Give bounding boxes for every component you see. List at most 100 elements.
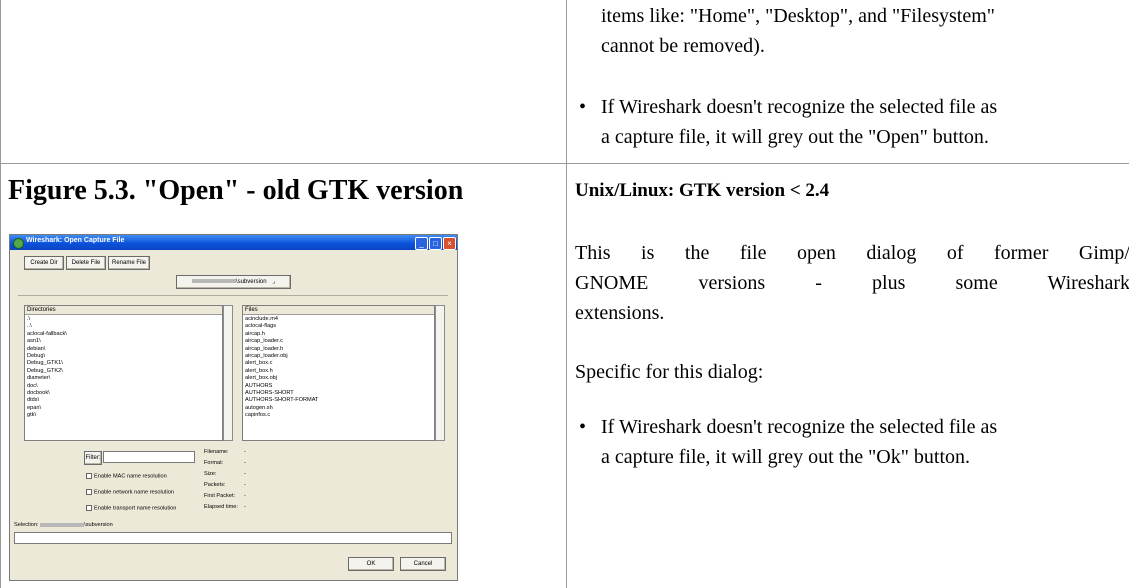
open-note-line-1: If Wireshark doesn't recognize the selec… <box>601 96 998 118</box>
files-rows[interactable]: acinclude.m4 aclocal-flags aircap.h aircap_… <box>245 316 318 420</box>
file-item[interactable]: aircap_loader.c <box>245 338 318 345</box>
directory-item[interactable]: .\ <box>27 316 67 323</box>
wireshark-icon <box>13 238 24 249</box>
directory-item[interactable]: Debug\ <box>27 353 67 360</box>
redacted-selection <box>40 522 85 527</box>
ok-note-line-2: a capture file, it will grey out the "Ok… <box>601 446 971 468</box>
rename-file-button[interactable]: Rename File <box>108 256 150 270</box>
description-line-1: This is the file open dialog of former G… <box>575 242 1129 264</box>
selection-input[interactable] <box>14 532 452 544</box>
file-info-row: Filename: - <box>204 447 246 458</box>
continuation-line-1: items like: "Home", "Desktop", and "File… <box>601 5 995 27</box>
file-info-row: Elapsed time: - <box>204 502 246 513</box>
directory-item[interactable]: gtk\ <box>27 412 67 419</box>
file-item[interactable]: aircap_loader.obj <box>245 353 318 360</box>
table-row-divider <box>0 163 1129 164</box>
file-info-label: Elapsed time: <box>204 504 238 510</box>
redacted-path <box>191 279 236 284</box>
file-info-row: Packets: - <box>204 480 246 491</box>
network-resolution-checkbox[interactable]: Enable network name resolution <box>86 489 174 495</box>
directories-header[interactable]: Directories <box>25 306 222 315</box>
file-item[interactable]: aclocal-flags <box>245 323 318 330</box>
file-info-block: Filename: - Format: - Size: - Packets: - First P… <box>204 447 246 513</box>
create-dir-button[interactable]: Create Dir <box>24 256 64 270</box>
path-suffix: \subversion <box>235 279 267 285</box>
file-info-label: First Packet: <box>204 493 236 499</box>
file-info-value: - <box>244 471 246 477</box>
minimize-icon[interactable]: _ <box>415 237 428 250</box>
network-resolution-label: Enable network name resolution <box>94 489 174 496</box>
file-item[interactable]: autogen.sh <box>245 405 318 412</box>
file-info-value: - <box>244 449 246 455</box>
description-line-3: extensions. <box>575 302 665 324</box>
transport-resolution-checkbox[interactable]: Enable transport name resolution <box>86 505 176 511</box>
file-item[interactable]: aircap_loader.h <box>245 346 318 353</box>
selection-label-text: Selection: <box>14 522 39 528</box>
dialog-titlebar: Wireshark: Open Capture File _ □ × <box>10 235 457 250</box>
file-info-label: Packets: <box>204 482 226 488</box>
bullet-marker: • <box>579 416 587 438</box>
directory-item[interactable]: epan\ <box>27 405 67 412</box>
file-info-value: - <box>244 504 246 510</box>
directories-list[interactable]: Directories .\ ..\ aclocal-fallback\ asn1\ d… <box>24 305 223 441</box>
dialog-separator <box>18 295 448 296</box>
file-info-row: First Packet: - <box>204 491 246 502</box>
directory-item[interactable]: doc\ <box>27 383 67 390</box>
file-info-row: Format: - <box>204 458 246 469</box>
file-info-label: Format: <box>204 460 224 466</box>
dropdown-arrow-icon: ⌟ <box>272 279 276 285</box>
directory-item[interactable]: aclocal-fallback\ <box>27 331 67 338</box>
directory-item[interactable]: asn1\ <box>27 338 67 345</box>
files-scrollbar[interactable] <box>435 305 445 441</box>
dialog-screenshot: Wireshark: Open Capture File _ □ × Creat… <box>9 234 458 581</box>
selection-suffix: \subversion <box>84 522 113 528</box>
directory-item[interactable]: Debug_GTK2\ <box>27 368 67 375</box>
file-info-label: Size: <box>204 471 217 477</box>
figure-title: Figure 5.3. "Open" - old GTK version <box>8 175 464 206</box>
cancel-button[interactable]: Cancel <box>400 557 446 571</box>
file-info-value: - <box>244 493 246 499</box>
file-item[interactable]: capinfos.c <box>245 412 318 419</box>
file-info-label: Filename: <box>204 449 229 455</box>
directory-item[interactable]: diameter\ <box>27 375 67 382</box>
description-line-2: GNOME versions - plus some Wireshark <box>575 272 1129 294</box>
section-heading: Unix/Linux: GTK version < 2.4 <box>575 180 830 201</box>
close-icon[interactable]: × <box>443 237 456 250</box>
directory-item[interactable]: Debug_GTK1\ <box>27 360 67 367</box>
file-info-value: - <box>244 460 246 466</box>
maximize-icon[interactable]: □ <box>429 237 442 250</box>
file-item[interactable]: alert_box.c <box>245 360 318 367</box>
path-dropdown[interactable]: \subversion ⌟ <box>176 275 291 289</box>
mac-resolution-checkbox[interactable]: Enable MAC name resolution <box>86 473 167 479</box>
file-item[interactable]: AUTHORS-SHORT-FORMAT <box>245 397 318 404</box>
ok-button[interactable]: OK <box>348 557 394 571</box>
table-divider-left <box>0 0 1 588</box>
filter-input[interactable] <box>103 451 195 463</box>
directories-rows[interactable]: .\ ..\ aclocal-fallback\ asn1\ debian\ Debug\… <box>27 316 67 420</box>
specific-label: Specific for this dialog: <box>575 361 764 383</box>
file-item[interactable]: AUTHORS-SHORT <box>245 390 318 397</box>
file-item[interactable]: aircap.h <box>245 331 318 338</box>
directory-item[interactable]: ..\ <box>27 323 67 330</box>
file-item[interactable]: alert_box.h <box>245 368 318 375</box>
table-divider-middle <box>566 0 567 588</box>
files-header[interactable]: Files <box>243 306 434 315</box>
file-item[interactable]: alert_box.obj <box>245 375 318 382</box>
files-list[interactable]: Files acinclude.m4 aclocal-flags aircap.h a… <box>242 305 435 441</box>
mac-resolution-label: Enable MAC name resolution <box>94 473 167 480</box>
file-info-value: - <box>244 482 246 488</box>
bullet-marker: • <box>579 96 587 118</box>
continuation-line-2: cannot be removed). <box>601 35 765 57</box>
filter-button[interactable]: Filter: <box>84 451 102 465</box>
selection-label: Selection: \subversion <box>14 520 113 531</box>
file-info-row: Size: - <box>204 469 246 480</box>
directory-item[interactable]: docbook\ <box>27 390 67 397</box>
delete-file-button[interactable]: Delete File <box>66 256 106 270</box>
dialog-title: Wireshark: Open Capture File <box>26 237 125 244</box>
directory-item[interactable]: dtds\ <box>27 397 67 404</box>
directories-scrollbar[interactable] <box>223 305 233 441</box>
directory-item[interactable]: debian\ <box>27 346 67 353</box>
file-item[interactable]: AUTHORS <box>245 383 318 390</box>
open-note-line-2: a capture file, it will grey out the "Op… <box>601 126 989 148</box>
file-item[interactable]: acinclude.m4 <box>245 316 318 323</box>
